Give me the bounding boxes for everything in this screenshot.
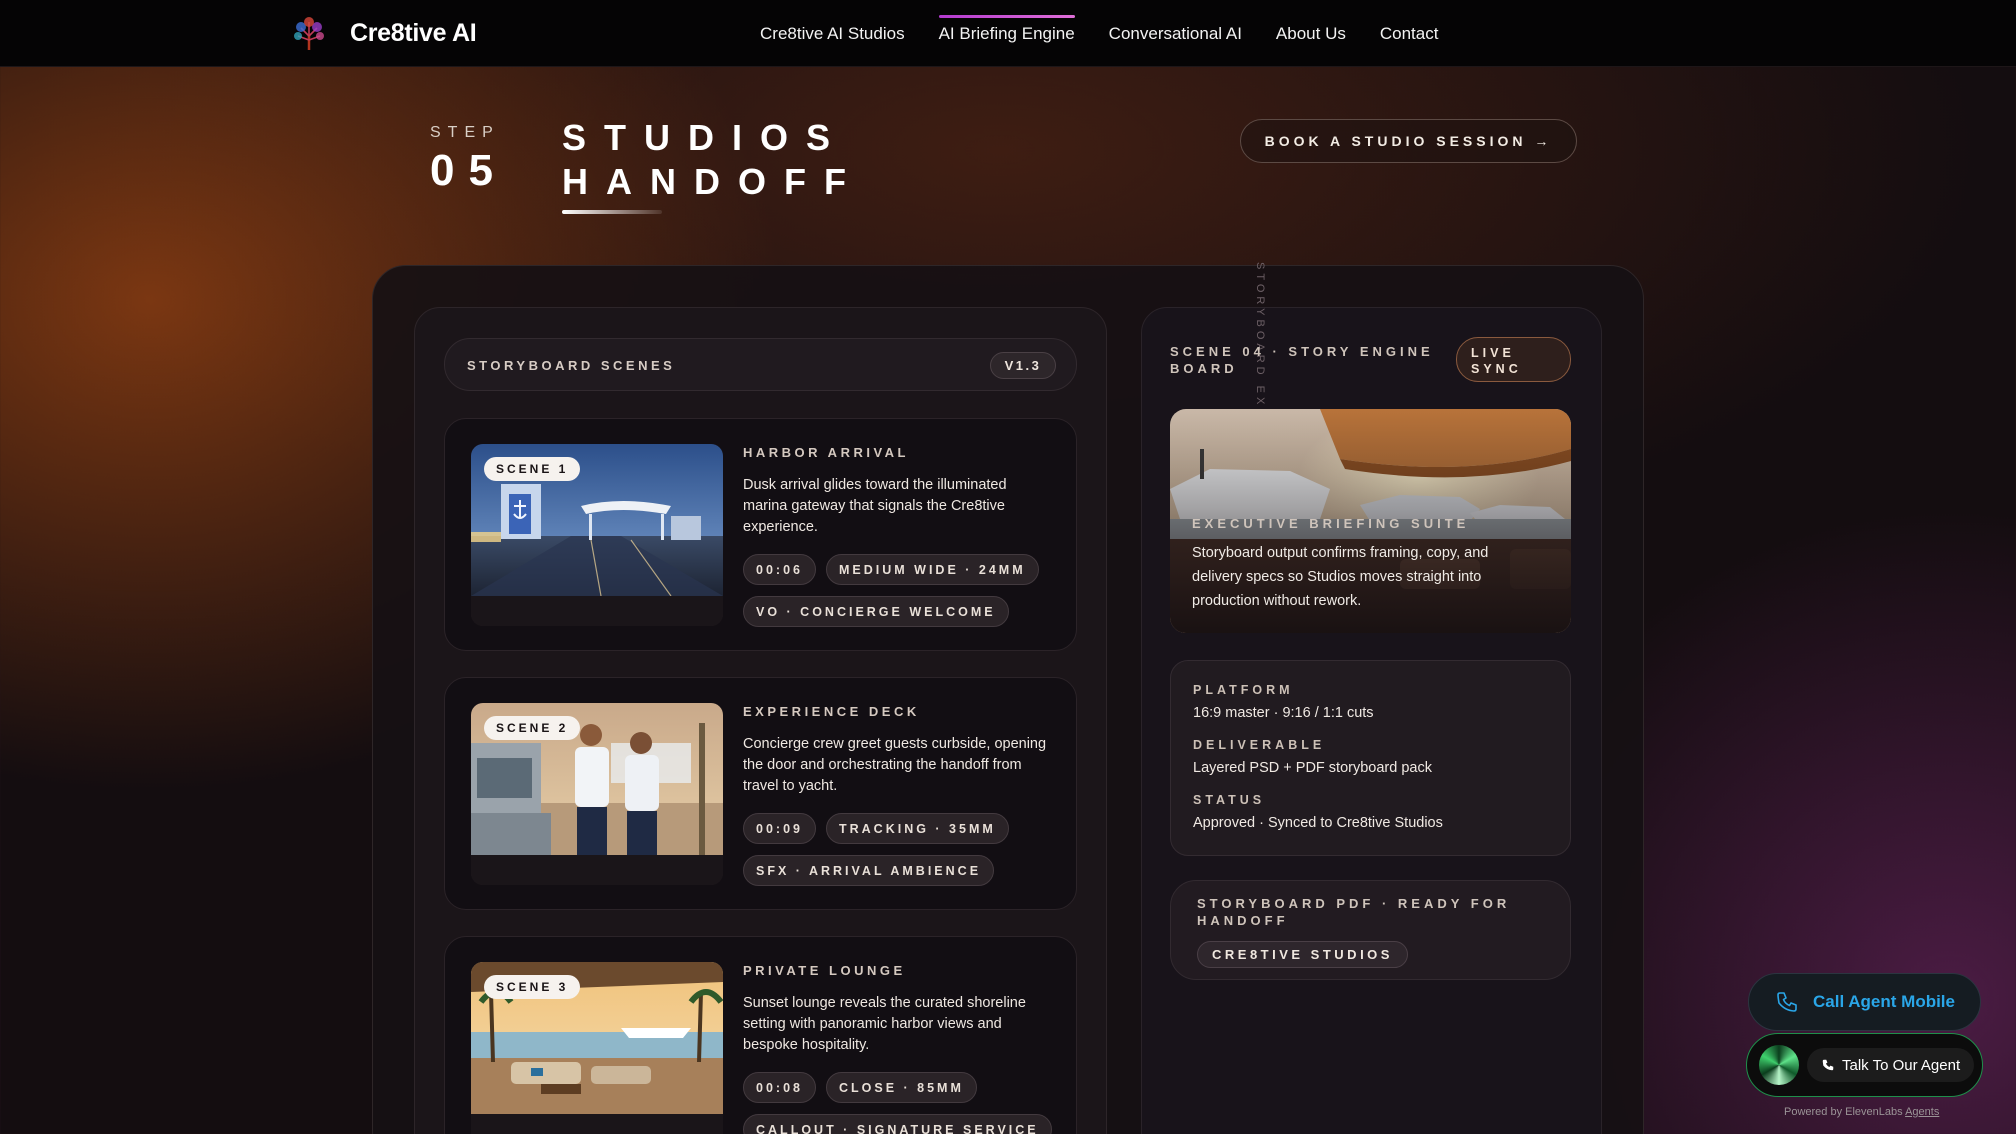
- platform-label: PLATFORM: [1193, 683, 1294, 697]
- deliverable-label: DELIVERABLE: [1193, 738, 1326, 752]
- audio-chip: SFX · ARRIVAL AMBIENCE: [743, 855, 995, 886]
- pdf-ready-label: STORYBOARD PDF · READY FOR HANDOFF: [1197, 896, 1511, 928]
- phone-icon: [1822, 1059, 1834, 1071]
- nav-link-contact[interactable]: Contact: [1380, 24, 1439, 44]
- status-value: Approved · Synced to Cre8tive Studios: [1193, 815, 1443, 831]
- step-label: STEP: [430, 124, 500, 141]
- hero-description: Storyboard output confirms framing, copy…: [1192, 545, 1489, 609]
- title-line-2: HANDOFF: [562, 161, 864, 202]
- live-sync-badge: LIVE SYNC: [1456, 337, 1571, 382]
- platform-value: 16:9 master · 9:16 / 1:1 cuts: [1193, 705, 1374, 721]
- audio-chip: VO · CONCIERGE WELCOME: [743, 596, 1009, 627]
- nav-link-studios[interactable]: Cre8tive AI Studios: [760, 24, 905, 44]
- scene-badge: SCENE 1: [484, 457, 581, 481]
- duration-chip: 00:06: [743, 554, 816, 585]
- phone-icon: [1777, 992, 1797, 1012]
- status-label: STATUS: [1193, 793, 1266, 807]
- nav-links: Cre8tive AI Studios AI Briefing Engine C…: [760, 0, 1472, 67]
- nav-link-conversational-ai[interactable]: Conversational AI: [1109, 24, 1242, 44]
- scene-chips: 00:06 MEDIUM WIDE · 24MM VO · CONCIERGE …: [743, 554, 1063, 638]
- scene-title: PRIVATE LOUNGE: [743, 963, 906, 978]
- step-number: 05: [430, 146, 507, 195]
- page-title: STUDIOS HANDOFF: [562, 116, 864, 204]
- scene-chips: 00:08 CLOSE · 85MM CALLOUT · SIGNATURE S…: [743, 1072, 1063, 1134]
- talk-to-agent-button[interactable]: Talk To Our Agent: [1807, 1048, 1975, 1082]
- executive-briefing-hero: EXECUTIVE BRIEFING SUITE Storyboard outp…: [1170, 409, 1571, 633]
- duration-chip: 00:09: [743, 813, 816, 844]
- callout-chip: CALLOUT · SIGNATURE SERVICE: [743, 1114, 1052, 1134]
- vertical-storyboard-label: STORYBOARD EX: [1254, 262, 1266, 409]
- title-underline: [562, 210, 662, 214]
- storyboard-pdf-card[interactable]: STORYBOARD PDF · READY FOR HANDOFF CRE8T…: [1170, 880, 1571, 980]
- brand-name: Cre8tive AI: [350, 18, 477, 47]
- scene-card-3[interactable]: SCENE 3 PRIVATE LOUNGE Sunset lounge rev…: [444, 936, 1077, 1134]
- brand[interactable]: Cre8tive AI: [290, 14, 477, 52]
- book-studio-session-button[interactable]: BOOK A STUDIO SESSION →: [1240, 119, 1577, 163]
- scene-description: Sunset lounge reveals the curated shorel…: [743, 995, 1026, 1053]
- agent-orb-icon: [1759, 1045, 1799, 1085]
- deliverable-info-card: PLATFORM 16:9 master · 9:16 / 1:1 cuts D…: [1170, 660, 1571, 856]
- thumbnail-footer: [471, 596, 723, 626]
- duration-chip: 00:08: [743, 1072, 816, 1103]
- storyboard-header-label: STORYBOARD SCENES: [467, 358, 676, 373]
- brain-tree-logo-icon: [294, 17, 324, 50]
- scene-badge: SCENE 3: [484, 975, 581, 999]
- cre8tive-studios-chip[interactable]: CRE8TIVE STUDIOS: [1197, 941, 1408, 968]
- scene-1-thumbnail: SCENE 1: [471, 444, 723, 626]
- lens-chip: CLOSE · 85MM: [825, 1072, 977, 1103]
- scene-description: Dusk arrival glides toward the illuminat…: [743, 477, 1007, 535]
- board-title: SCENE 04 · STORY ENGINE BOARD: [1170, 344, 1434, 376]
- scene-chips: 00:09 TRACKING · 35MM SFX · ARRIVAL AMBI…: [743, 813, 1063, 897]
- top-nav: Cre8tive AI Cre8tive AI Studios AI Brief…: [0, 0, 2016, 67]
- talk-to-agent-label: Talk To Our Agent: [1842, 1056, 1961, 1074]
- powered-by-text: Powered by ElevenLabs Agents: [1784, 1106, 1939, 1118]
- powered-by-prefix: Powered by ElevenLabs: [1784, 1106, 1903, 1118]
- scene-card-2[interactable]: SCENE 2 EXPERIENCE DECK Concierge crew g…: [444, 677, 1077, 910]
- hero-label: EXECUTIVE BRIEFING SUITE: [1192, 516, 1470, 531]
- call-agent-mobile-button[interactable]: Call Agent Mobile: [1748, 973, 1981, 1031]
- agents-link[interactable]: Agents: [1905, 1106, 1939, 1118]
- nav-link-briefing-engine[interactable]: AI Briefing Engine: [938, 14, 1075, 44]
- scene-title: EXPERIENCE DECK: [743, 704, 920, 719]
- title-line-1: STUDIOS: [562, 117, 849, 158]
- scene-3-thumbnail: SCENE 3: [471, 962, 723, 1134]
- scene-title: HARBOR ARRIVAL: [743, 445, 909, 460]
- storyboard-header: STORYBOARD SCENES V1.3: [444, 338, 1077, 391]
- lens-chip: TRACKING · 35MM: [825, 813, 1009, 844]
- lens-chip: MEDIUM WIDE · 24MM: [825, 554, 1039, 585]
- version-badge: V1.3: [990, 352, 1056, 379]
- nav-link-about[interactable]: About Us: [1276, 24, 1346, 44]
- scene-badge: SCENE 2: [484, 716, 581, 740]
- deliverable-value: Layered PSD + PDF storyboard pack: [1193, 760, 1432, 776]
- thumbnail-footer: [471, 1114, 723, 1134]
- thumbnail-footer: [471, 855, 723, 885]
- scene-card-1[interactable]: SCENE 1 HARBOR ARRIVAL Dusk arrival glid…: [444, 418, 1077, 651]
- scene-2-thumbnail: SCENE 2: [471, 703, 723, 885]
- scene-description: Concierge crew greet guests curbside, op…: [743, 736, 1047, 794]
- talk-to-agent-widget[interactable]: Talk To Our Agent: [1746, 1033, 1983, 1097]
- call-agent-mobile-label: Call Agent Mobile: [1813, 992, 1955, 1011]
